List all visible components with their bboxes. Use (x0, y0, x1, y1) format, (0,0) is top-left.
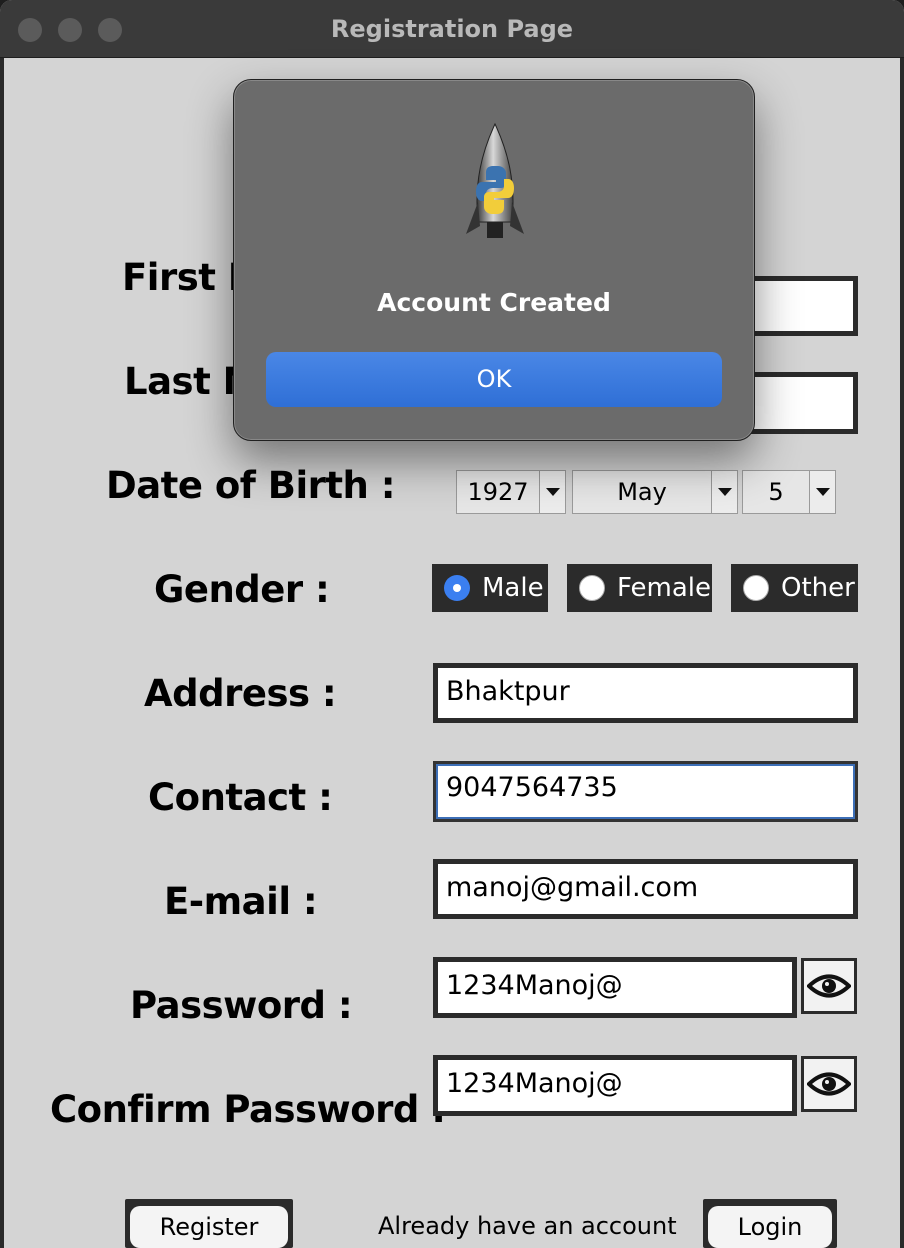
chevron-down-icon[interactable] (539, 471, 565, 513)
dob-month-value: May (617, 478, 667, 506)
gender-option-label: Female (617, 573, 712, 603)
address-label: Address : (144, 672, 337, 715)
address-input[interactable]: Bhaktpur (433, 663, 858, 723)
password-input[interactable]: 1234Manoj@ (433, 957, 797, 1018)
account-created-dialog: Account Created OK (233, 79, 755, 441)
gender-option-label: Other (781, 573, 855, 603)
register-button[interactable]: Register (130, 1206, 288, 1248)
chevron-down-icon[interactable] (809, 471, 835, 513)
login-prompt-text: Already have an account (378, 1212, 677, 1240)
window-title: Registration Page (330, 15, 574, 43)
dob-day-value: 5 (768, 478, 784, 506)
dob-year-select[interactable]: 1927 (456, 470, 566, 514)
eye-icon (807, 974, 851, 998)
show-confirm-password-button[interactable] (801, 1056, 857, 1112)
dialog-message: Account Created (377, 288, 611, 317)
gender-option-label: Male (482, 573, 544, 603)
eye-icon (807, 1072, 851, 1096)
ok-button[interactable]: OK (266, 352, 722, 407)
contact-input[interactable]: 9047564735 (433, 761, 858, 822)
dob-day-select[interactable]: 5 (742, 470, 836, 514)
radio-selected-icon (444, 575, 470, 601)
email-label: E-mail : (164, 880, 318, 923)
radio-unselected-icon (743, 575, 769, 601)
show-password-button[interactable] (801, 958, 857, 1014)
gender-radio-female[interactable]: Female (567, 564, 712, 612)
first-name-input[interactable] (740, 276, 858, 336)
python-launcher-rocket-icon (466, 122, 524, 238)
last-name-input[interactable] (740, 372, 858, 434)
dob-year-value: 1927 (467, 478, 529, 506)
registration-window: Registration Page First N Last N Date of… (0, 0, 904, 1248)
login-button[interactable]: Login (708, 1206, 832, 1248)
chevron-down-icon[interactable] (711, 471, 737, 513)
window-right-edge (900, 58, 904, 1248)
gender-label: Gender : (154, 568, 330, 611)
window-left-edge (0, 58, 4, 1248)
gender-radio-other[interactable]: Other (731, 564, 858, 612)
password-label: Password : (130, 984, 353, 1027)
contact-label: Contact : (148, 776, 333, 819)
confirm-password-label: Confirm Password : (50, 1088, 446, 1131)
dob-label: Date of Birth : (106, 464, 396, 507)
gender-radio-male[interactable]: Male (432, 564, 548, 612)
radio-unselected-icon (579, 575, 605, 601)
email-input[interactable]: manoj@gmail.com (433, 859, 858, 919)
dob-month-select[interactable]: May (572, 470, 738, 514)
confirm-password-input[interactable]: 1234Manoj@ (433, 1055, 797, 1116)
title-bar: Registration Page (0, 0, 904, 58)
